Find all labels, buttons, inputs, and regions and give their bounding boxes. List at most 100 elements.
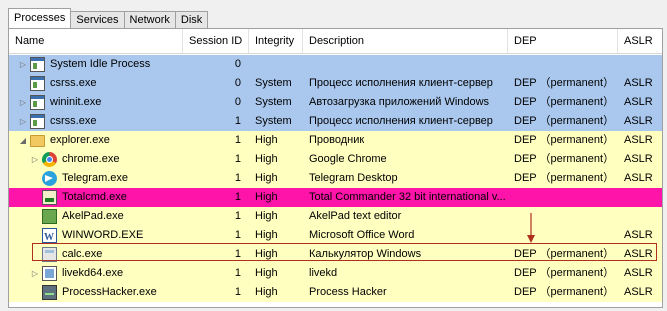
chrome-icon [42,152,57,167]
table-row[interactable]: ▷ csrss.exe 1 System Процесс исполнения клие… [9,112,662,131]
cell-integrity: High [255,248,278,260]
cell-integrity: High [255,229,278,241]
cell-description: AkelPad text editor [309,210,402,222]
process-name: calc.exe [62,248,103,260]
cell-integrity: High [255,286,278,298]
cell-integrity: High [255,267,278,279]
cell-session-id: 1 [234,248,241,260]
tab-disk[interactable]: Disk [174,11,209,28]
process-name: csrss.exe [50,115,97,127]
table-row[interactable]: ProcessHacker.exe 1 High Process Hacker DEP … [9,283,662,302]
telegram-icon [42,171,57,186]
window-icon [30,95,45,110]
table-row[interactable]: ▷ System Idle Process 0 [9,55,662,74]
cell-session-id: 1 [234,172,241,184]
cell-description: Процесс исполнения клиент-сервер [309,115,493,127]
cell-dep: DEP （permanent） [514,286,615,298]
window-icon [30,76,45,91]
cell-session-id: 1 [234,229,241,241]
tab-network[interactable]: Network [123,11,176,28]
cell-description [303,55,508,74]
cell-dep: DEP （permanent） [514,115,615,127]
window-icon [30,114,45,129]
process-name: wininit.exe [50,96,102,108]
cell-dep: DEP （permanent） [514,134,615,146]
cell-aslr: ASLR [624,134,653,146]
cell-dep: DEP （permanent） [514,172,615,184]
process-name: ProcessHacker.exe [62,286,157,298]
column-header-aslr[interactable]: ASLR [618,29,662,53]
table-row[interactable]: WINWORD.EXE 1 High Microsoft Office Word ASL… [9,226,662,247]
table-row[interactable]: AkelPad.exe 1 High AkelPad text editor [9,207,662,226]
cell-session-id: 1 [234,267,241,279]
process-name: AkelPad.exe [62,210,124,222]
process-rows: ▷ System Idle Process 0 csrss.exe 0 System Про… [9,55,662,302]
cell-session-id: 1 [234,286,241,298]
cell-dep: DEP （permanent） [514,96,615,108]
cell-dep: DEP （permanent） [514,248,615,260]
cell-integrity: System [255,77,292,89]
cell-session-id: 1 [234,134,241,146]
column-header: Name Session ID Integrity Description DE… [9,29,662,54]
column-header-dep[interactable]: DEP [508,29,618,53]
process-name: chrome.exe [62,153,120,165]
table-row[interactable]: ▷ livekd64.exe 1 High livekd DEP （permanent） A… [9,264,662,283]
column-header-integrity[interactable]: Integrity [249,29,303,53]
akelpad-icon [42,209,57,224]
cell-description: Проводник [309,134,365,146]
totalcmd-icon [42,190,57,205]
tab-processes[interactable]: Processes [8,8,72,28]
cell-integrity [249,55,303,74]
cell-dep [508,207,618,226]
collapse-arrow-icon[interactable]: ◢ [19,131,27,150]
process-name: livekd64.exe [62,267,124,279]
expand-arrow-icon[interactable]: ▷ [31,150,39,169]
process-name: csrss.exe [50,77,97,89]
cell-description: Microsoft Office Word [309,229,415,241]
cell-description: Total Commander 32 bit international v..… [309,191,506,203]
window-icon [30,57,45,72]
process-name: Telegram.exe [62,172,129,184]
table-row[interactable]: ▷ wininit.exe 0 System Автозагрузка приложен… [9,93,662,112]
expand-arrow-icon[interactable]: ▷ [31,264,39,283]
cell-session-id: 0 [234,58,241,70]
cell-integrity: High [255,153,278,165]
processhacker-icon [42,285,57,300]
table-row[interactable]: Telegram.exe 1 High Telegram Desktop DEP （pe… [9,169,662,188]
table-row[interactable]: ◢ explorer.exe 1 High Проводник DEP （permanen… [9,131,662,150]
column-header-session-id[interactable]: Session ID [183,29,249,53]
cell-integrity: High [255,134,278,146]
expand-arrow-icon[interactable]: ▷ [19,55,27,74]
column-header-description[interactable]: Description [303,29,508,53]
table-row[interactable]: Totalcmd.exe 1 High Total Commander 32 bit … [9,188,662,207]
cell-aslr: ASLR [624,115,653,127]
cell-description: Telegram Desktop [309,172,398,184]
table-row[interactable]: csrss.exe 0 System Процесс исполнения клиен… [9,74,662,93]
cell-integrity: High [255,210,278,222]
expand-arrow-icon[interactable]: ▷ [19,112,27,131]
table-row[interactable]: ▷ chrome.exe 1 High Google Chrome DEP （perman… [9,150,662,169]
cell-aslr: ASLR [624,229,653,241]
cell-dep: DEP （permanent） [514,153,615,165]
cell-dep: DEP （permanent） [514,267,615,279]
cell-aslr: ASLR [624,286,653,298]
cell-description: Process Hacker [309,286,387,298]
tab-services[interactable]: Services [70,11,125,28]
cell-integrity: System [255,96,292,108]
cell-aslr: ASLR [624,248,653,260]
cell-description: Процесс исполнения клиент-сервер [309,77,493,89]
process-list-panel: Name Session ID Integrity Description DE… [8,28,663,308]
cell-session-id: 0 [234,77,241,89]
expand-arrow-icon[interactable]: ▷ [19,93,27,112]
process-name: WINWORD.EXE [62,229,144,241]
column-header-name[interactable]: Name [9,29,183,53]
cell-integrity: System [255,115,292,127]
livekd-icon [42,266,57,281]
table-row[interactable]: calc.exe 1 High Калькулятор Windows DEP （per… [9,245,662,264]
annotation-arrow [527,213,535,243]
cell-dep [508,55,618,74]
cell-aslr: ASLR [624,267,653,279]
process-name: explorer.exe [50,134,110,146]
cell-dep [508,226,618,245]
cell-session-id: 1 [234,153,241,165]
